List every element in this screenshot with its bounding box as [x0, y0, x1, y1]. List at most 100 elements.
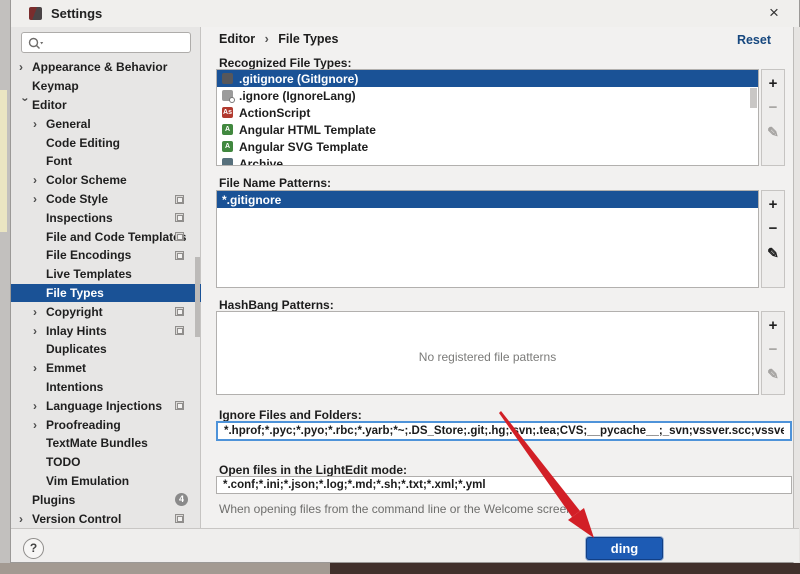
shared-settings-icon — [175, 213, 184, 223]
desktop-edge-bottom-right — [330, 563, 800, 574]
sidebar-item-label: Editor — [32, 97, 67, 112]
recognized-file-types-list[interactable]: .gitignore (GitIgnore) .ignore (IgnoreLan… — [216, 69, 759, 166]
file-type-row-archive[interactable]: Archive — [217, 155, 758, 165]
chevron-collapsed-icon[interactable]: › — [33, 418, 46, 432]
lightedit-input[interactable] — [216, 476, 792, 494]
prohibition-dot-icon — [229, 97, 235, 103]
sidebar-item-color-scheme[interactable]: › Color Scheme — [11, 171, 201, 190]
chevron-collapsed-icon[interactable]: › — [33, 361, 46, 375]
desktop-edge-left — [0, 0, 10, 563]
sidebar-item-keymap[interactable]: Keymap — [11, 77, 201, 96]
sidebar-item-emmet[interactable]: › Emmet — [11, 359, 201, 378]
sidebar-item-textmate-bundles[interactable]: TextMate Bundles — [11, 434, 201, 453]
hashbang-patterns-label: HashBang Patterns: — [219, 298, 334, 312]
chevron-collapsed-icon[interactable]: › — [33, 324, 46, 338]
sidebar-item-proofreading[interactable]: › Proofreading — [11, 415, 201, 434]
sidebar-item-plugins[interactable]: Plugins 4 — [11, 490, 201, 509]
shared-settings-icon — [175, 401, 184, 411]
file-type-row-angular-svg-template[interactable]: A Angular SVG Template — [217, 138, 758, 155]
angular-html-icon: A — [222, 124, 233, 135]
edit-pattern-button[interactable]: ✎ — [763, 243, 783, 263]
add-pattern-button[interactable]: + — [763, 195, 783, 215]
sidebar-item-inspections[interactable]: Inspections — [11, 208, 201, 227]
file-name-patterns-label: File Name Patterns: — [219, 176, 332, 190]
plugins-update-badge: 4 — [175, 492, 188, 506]
ok-button[interactable]: ding — [586, 537, 663, 560]
file-type-row-ignore-ignorelang[interactable]: .ignore (IgnoreLang) — [217, 87, 758, 104]
breadcrumb-current: File Types — [278, 32, 339, 46]
pattern-row-gitignore[interactable]: *.gitignore — [217, 191, 758, 208]
sidebar-item-label: Code Style — [46, 191, 109, 206]
sidebar-item-file-encodings[interactable]: File Encodings — [11, 246, 201, 265]
file-type-row-gitignore-gitignore[interactable]: .gitignore (GitIgnore) — [217, 70, 758, 87]
list-scrollbar[interactable] — [750, 88, 757, 108]
sidebar-item-language-injections[interactable]: › Language Injections — [11, 396, 201, 415]
sidebar-item-font[interactable]: Font — [11, 152, 201, 171]
sidebar-item-file-and-code-templates[interactable]: File and Code Templates — [11, 227, 201, 246]
lightedit-hint: When opening files from the command line… — [219, 502, 573, 516]
settings-dialog: Settings × › Appearance & Behavior Keymap ›… — [10, 0, 800, 563]
sidebar-item-label: Vim Emulation — [46, 473, 130, 488]
dialog-scrollbar-track[interactable] — [793, 27, 800, 563]
search-input[interactable] — [48, 34, 186, 51]
chevron-expanded-icon[interactable]: › — [19, 97, 33, 110]
sidebar-item-version-control[interactable]: › Version Control — [11, 509, 201, 528]
sidebar-item-code-style[interactable]: › Code Style — [11, 190, 201, 209]
file-name-patterns-list[interactable]: *.gitignore — [216, 190, 759, 288]
reset-link[interactable]: Reset — [737, 33, 771, 47]
ignore-files-label: Ignore Files and Folders: — [219, 408, 362, 422]
breadcrumb-separator-icon: › — [264, 32, 269, 46]
close-icon[interactable]: × — [763, 2, 785, 24]
shared-settings-icon — [175, 307, 184, 317]
sidebar-item-label: File and Code Templates — [46, 229, 187, 244]
add-hashbang-button[interactable]: + — [763, 316, 783, 336]
sidebar-item-todo[interactable]: TODO — [11, 453, 201, 472]
sidebar-item-inlay-hints[interactable]: › Inlay Hints — [11, 321, 201, 340]
title-bar[interactable]: Settings × — [11, 0, 799, 27]
chevron-collapsed-icon[interactable]: › — [19, 60, 32, 74]
file-type-row-actionscript[interactable]: As ActionScript — [217, 104, 758, 121]
chevron-collapsed-icon[interactable]: › — [33, 117, 46, 131]
shared-settings-icon — [175, 194, 184, 204]
settings-tree: › Appearance & Behavior Keymap › Editor › Gene… — [11, 58, 201, 528]
sidebar-item-code-editing[interactable]: Code Editing — [11, 133, 201, 152]
file-type-name: .ignore (IgnoreLang) — [239, 88, 356, 103]
chevron-collapsed-icon[interactable]: › — [33, 173, 46, 187]
gitignore-file-icon — [222, 73, 233, 84]
remove-pattern-button[interactable]: − — [763, 219, 783, 239]
help-button[interactable]: ? — [23, 538, 44, 559]
shared-settings-icon — [175, 514, 184, 524]
pattern-text: *.gitignore — [222, 192, 282, 207]
ignore-file-icon — [222, 90, 235, 103]
sidebar-item-live-templates[interactable]: Live Templates — [11, 265, 201, 284]
patterns-toolbar: + − ✎ — [761, 190, 785, 288]
breadcrumb-parent[interactable]: Editor — [219, 32, 255, 46]
sidebar-item-duplicates[interactable]: Duplicates — [11, 340, 201, 359]
recognized-file-types-label: Recognized File Types: — [219, 56, 352, 70]
add-file-type-button[interactable]: + — [763, 74, 783, 94]
sidebar-item-intentions[interactable]: Intentions — [11, 378, 201, 397]
edit-hashbang-button: ✎ — [767, 366, 779, 382]
sidebar-item-general[interactable]: › General — [11, 114, 201, 133]
actionscript-file-icon: As — [222, 107, 233, 118]
archive-file-icon — [222, 158, 233, 165]
chevron-collapsed-icon[interactable]: › — [19, 512, 32, 526]
chevron-collapsed-icon[interactable]: › — [33, 305, 46, 319]
chevron-collapsed-icon[interactable]: › — [33, 399, 46, 413]
sidebar-item-appearance-behavior[interactable]: › Appearance & Behavior — [11, 58, 201, 77]
sidebar-item-label: Version Control — [32, 511, 122, 526]
settings-search-box[interactable] — [21, 32, 191, 53]
sidebar-item-label: Inspections — [46, 210, 113, 225]
sidebar-scrollbar[interactable] — [195, 257, 200, 337]
hashbang-patterns-list[interactable]: No registered file patterns — [216, 311, 759, 395]
chevron-collapsed-icon[interactable]: › — [33, 192, 46, 206]
sidebar-item-editor[interactable]: › Editor — [11, 96, 201, 115]
sidebar-item-copyright[interactable]: › Copyright — [11, 302, 201, 321]
file-types-panel: Editor › File Types Reset Recognized Fil… — [201, 27, 793, 528]
file-type-row-angular-html-template[interactable]: A Angular HTML Template — [217, 121, 758, 138]
ignore-files-input[interactable] — [216, 421, 792, 441]
sidebar-item-vim-emulation[interactable]: Vim Emulation — [11, 472, 201, 491]
settings-sidebar: › Appearance & Behavior Keymap › Editor › Gene… — [11, 27, 201, 528]
window-title: Settings — [51, 6, 103, 21]
sidebar-item-file-types[interactable]: File Types — [11, 283, 201, 303]
